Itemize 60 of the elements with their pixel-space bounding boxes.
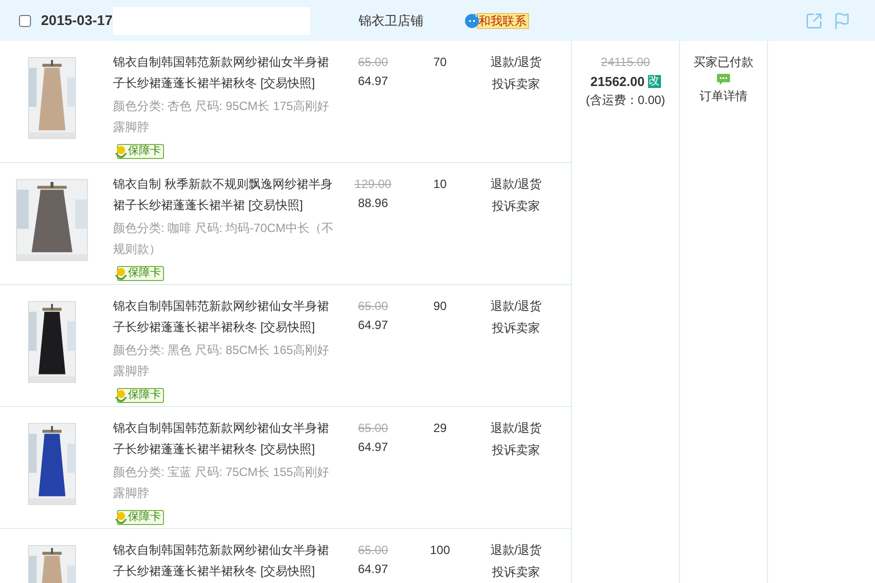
flag-icon[interactable]: [833, 12, 851, 30]
product-title[interactable]: 锦衣自制韩国韩范新款网纱裙仙女半身裙子长纱裙蓬蓬长裙半裙秋冬 [交易快照]: [113, 296, 338, 338]
snapshot-link[interactable]: [交易快照]: [260, 564, 316, 578]
action-link[interactable]: 退款/退货: [490, 541, 542, 560]
product-title[interactable]: 锦衣自制韩国韩范新款网纱裙仙女半身裙子长纱裙蓬蓬长裙半裙秋冬 [交易快照]: [113, 418, 338, 460]
unit-price: 64.97: [358, 439, 388, 456]
order-total: 21562.00: [590, 73, 645, 91]
chat-bubble-icon: [464, 12, 480, 28]
guarantee-badge[interactable]: 保障卡: [117, 266, 164, 281]
unit-price: 88.96: [358, 195, 388, 212]
product-variant: 颜色分类: 宝蓝 尺码: 75CM长 155高刚好露脚脖: [113, 464, 330, 502]
snapshot-link[interactable]: [交易快照]: [260, 320, 316, 334]
product-variant: 颜色分类: 杏色 尺码: 95CM长 175高刚好露脚脖: [113, 98, 330, 136]
action-link[interactable]: 投诉卖家: [492, 75, 540, 94]
guarantee-badge[interactable]: 保障卡: [117, 388, 164, 403]
flower-icon: [114, 266, 128, 280]
quantity: 10: [433, 176, 447, 193]
action-link[interactable]: 投诉卖家: [492, 441, 540, 460]
guarantee-badge[interactable]: 保障卡: [117, 510, 164, 525]
chat-icon[interactable]: [716, 73, 731, 86]
order-status: 买家已付款: [694, 54, 754, 71]
product-title[interactable]: 锦衣自制 秋季新款不规则飘逸网纱裙半身裙子长纱裙蓬蓬长裙半裙 [交易快照]: [113, 174, 338, 216]
original-price: 129.00: [354, 176, 392, 193]
snapshot-link[interactable]: [交易快照]: [260, 442, 316, 456]
product-title[interactable]: 锦衣自制韩国韩范新款网纱裙仙女半身裙子长纱裙蓬蓬长裙半裙秋冬 [交易快照]: [113, 52, 338, 94]
flower-icon: [114, 388, 128, 402]
order-checkbox[interactable]: [19, 14, 31, 26]
snapshot-link[interactable]: [交易快照]: [248, 198, 304, 212]
contact-link[interactable]: 和我联系: [476, 12, 529, 28]
original-price: 65.00: [358, 420, 388, 437]
flower-icon: [114, 144, 128, 158]
unit-price: 64.97: [358, 317, 388, 334]
quantity: 90: [433, 298, 447, 315]
original-price: 65.00: [358, 54, 388, 71]
action-link[interactable]: 退款/退货: [490, 53, 542, 72]
flower-icon: [114, 510, 128, 524]
share-icon[interactable]: [805, 12, 823, 30]
shipping-fee: (含运费：0.00): [586, 92, 666, 109]
action-link[interactable]: 投诉卖家: [492, 197, 540, 216]
original-total: 24115.00: [600, 54, 650, 71]
product-title[interactable]: 锦衣自制韩国韩范新款网纱裙仙女半身裙子长纱裙蓬蓬长裙半裙秋冬 [交易快照]: [113, 540, 338, 582]
shop-name[interactable]: 锦衣卫店铺: [358, 10, 424, 30]
original-price: 65.00: [358, 298, 388, 315]
order-detail-link[interactable]: 订单详情: [700, 87, 748, 106]
action-link[interactable]: 退款/退货: [490, 297, 542, 316]
snapshot-link[interactable]: [交易快照]: [260, 76, 316, 90]
action-link[interactable]: 投诉卖家: [492, 319, 540, 338]
product-variant: 颜色分类: 黑色 尺码: 85CM长 165高刚好露脚脖: [113, 342, 330, 380]
quantity: 29: [433, 420, 447, 437]
action-link[interactable]: 退款/退货: [490, 419, 542, 438]
unit-price: 64.97: [358, 73, 388, 90]
guarantee-badge[interactable]: 保障卡: [117, 144, 164, 159]
action-link[interactable]: 退款/退货: [490, 175, 542, 194]
product-variant: 颜色分类: 咖啡 尺码: 均码-70CM中长（不规则款）: [113, 220, 335, 258]
order-date: 2015-03-17: [41, 11, 113, 30]
quantity: 100: [430, 542, 450, 559]
unit-price: 64.97: [358, 561, 388, 578]
original-price: 65.00: [358, 542, 388, 559]
action-link[interactable]: 投诉卖家: [492, 563, 540, 582]
quantity: 70: [433, 54, 447, 71]
